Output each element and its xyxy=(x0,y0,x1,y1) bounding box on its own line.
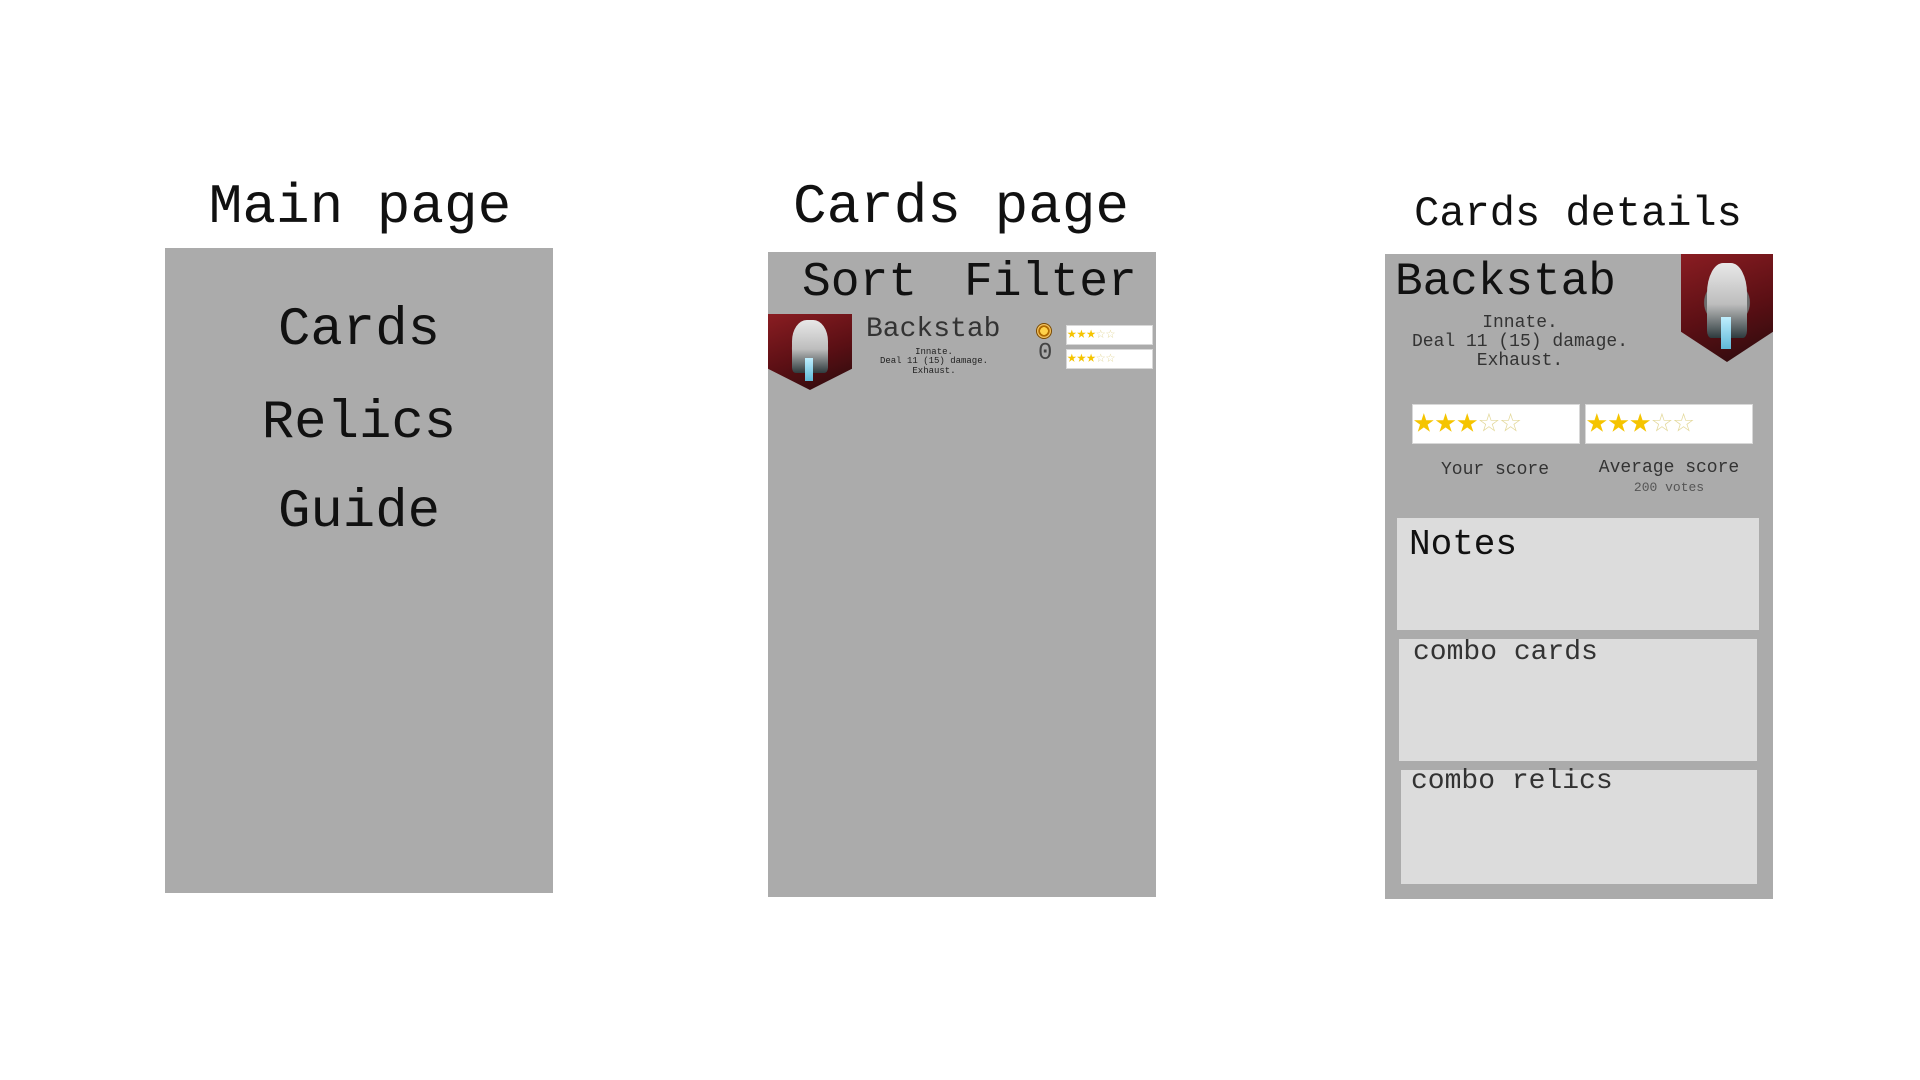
menu-item-relics[interactable]: Relics xyxy=(165,393,553,454)
star-filled-icon: ★ xyxy=(1076,349,1087,367)
card-count: 0 xyxy=(1038,340,1053,367)
cards-page-title: Cards page xyxy=(792,175,1130,239)
combo-cards-label: combo cards xyxy=(1413,637,1598,668)
main-page-panel: Cards Relics Guide xyxy=(165,248,553,893)
card-description: Innate. Deal 11 (15) damage. Exhaust. xyxy=(879,347,989,376)
card-details-title: Cards details xyxy=(1414,190,1742,238)
average-score-rating: ★★★☆☆ xyxy=(1585,404,1753,444)
filter-button[interactable]: Filter xyxy=(964,256,1137,310)
star-empty-icon[interactable]: ☆ xyxy=(1096,326,1106,343)
main-page-title: Main page xyxy=(208,175,512,239)
star-filled-icon[interactable]: ★ xyxy=(1067,326,1077,343)
combo-relics-label: combo relics xyxy=(1411,766,1613,797)
star-empty-icon: ☆ xyxy=(1651,404,1673,443)
average-score-stars: ★★★☆☆ xyxy=(1066,349,1153,369)
average-score-label: Average score xyxy=(1598,458,1740,478)
star-filled-icon[interactable]: ★ xyxy=(1086,326,1096,343)
star-filled-icon: ★ xyxy=(1086,349,1096,367)
cards-page-panel: Sort Filter Backstab Innate. Deal 11 (15… xyxy=(768,252,1156,897)
star-filled-icon[interactable]: ★ xyxy=(1077,326,1087,343)
your-score-stars[interactable]: ★★★☆☆ xyxy=(1066,325,1153,345)
card-name: Backstab xyxy=(866,314,1001,345)
star-filled-icon: ★ xyxy=(1629,404,1652,443)
votes-count: 200 votes xyxy=(1633,480,1705,495)
detail-card-description: Innate. Deal 11 (15) damage. Exhaust. xyxy=(1411,313,1629,371)
star-empty-icon: ☆ xyxy=(1672,404,1695,443)
star-empty-icon[interactable]: ☆ xyxy=(1500,405,1522,443)
combo-cards-box[interactable]: combo cards xyxy=(1399,637,1757,761)
combo-relics-box[interactable]: combo relics xyxy=(1401,766,1757,884)
your-score-label: Your score xyxy=(1440,460,1550,480)
star-empty-icon[interactable]: ☆ xyxy=(1106,326,1116,343)
star-filled-icon[interactable]: ★ xyxy=(1435,405,1457,443)
favorite-radio[interactable] xyxy=(1036,323,1052,339)
detail-card-image xyxy=(1681,254,1773,362)
notes-label: Notes xyxy=(1409,524,1518,565)
sort-button[interactable]: Sort xyxy=(802,256,917,310)
detail-card-name: Backstab xyxy=(1395,256,1616,308)
star-filled-icon: ★ xyxy=(1067,349,1077,367)
card-details-panel: Backstab Innate. Deal 11 (15) damage. Ex… xyxy=(1385,254,1773,899)
menu-item-cards[interactable]: Cards xyxy=(165,300,553,361)
star-filled-icon[interactable]: ★ xyxy=(1413,405,1435,443)
star-empty-icon: ☆ xyxy=(1105,349,1116,367)
star-filled-icon[interactable]: ★ xyxy=(1456,405,1478,443)
your-score-rating[interactable]: ★★★☆☆ xyxy=(1412,404,1580,444)
notes-box[interactable]: Notes xyxy=(1397,518,1759,630)
star-filled-icon: ★ xyxy=(1607,404,1630,443)
star-empty-icon: ☆ xyxy=(1095,349,1106,367)
star-filled-icon: ★ xyxy=(1586,404,1608,443)
card-thumbnail xyxy=(768,314,852,390)
star-empty-icon[interactable]: ☆ xyxy=(1478,405,1500,443)
menu-item-guide[interactable]: Guide xyxy=(165,482,553,543)
card-list-item[interactable]: Backstab Innate. Deal 11 (15) damage. Ex… xyxy=(768,314,1156,394)
